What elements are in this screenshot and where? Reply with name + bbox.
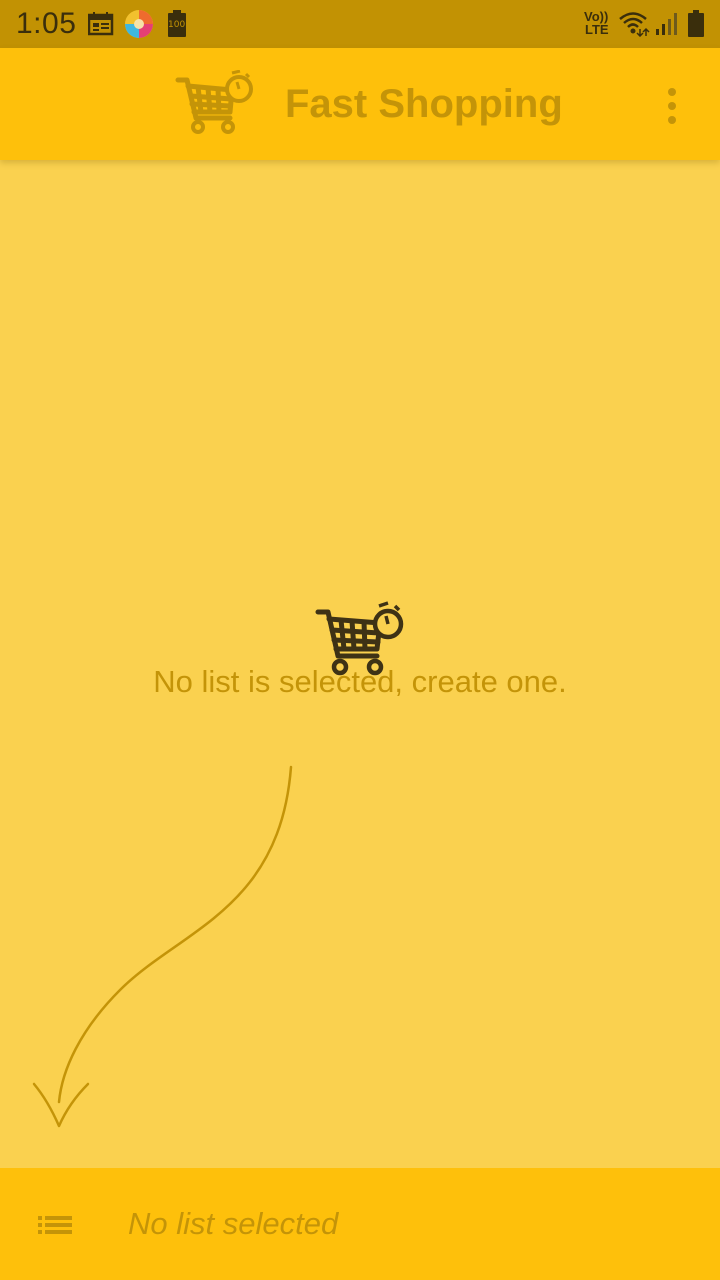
cart-stopwatch-icon [175, 70, 253, 134]
hint-arrow-icon [32, 765, 293, 1128]
overflow-menu-button[interactable] [648, 78, 696, 130]
lists-button[interactable] [24, 1200, 74, 1248]
empty-state-message: No list is selected, create one. [153, 664, 567, 699]
selected-list-label[interactable]: No list selected [128, 1204, 338, 1244]
battery-icon [688, 10, 704, 37]
bottom-bar: No list selected [0, 1168, 720, 1280]
app-title: Fast Shopping [285, 82, 563, 126]
wifi-icon [619, 12, 650, 37]
volte-label-bottom: LTE [585, 22, 609, 37]
calendar-notification-icon [88, 12, 114, 36]
list-icon [38, 1216, 74, 1234]
status-time: 1:05 [16, 7, 77, 40]
battery-level-label: 100 [168, 20, 186, 30]
app-bar: Fast Shopping [0, 48, 720, 160]
status-bar: 1:05 100 Vo)) LTE [0, 0, 720, 48]
cell-signal-icon [656, 13, 677, 35]
app-notification-icon [125, 10, 153, 38]
